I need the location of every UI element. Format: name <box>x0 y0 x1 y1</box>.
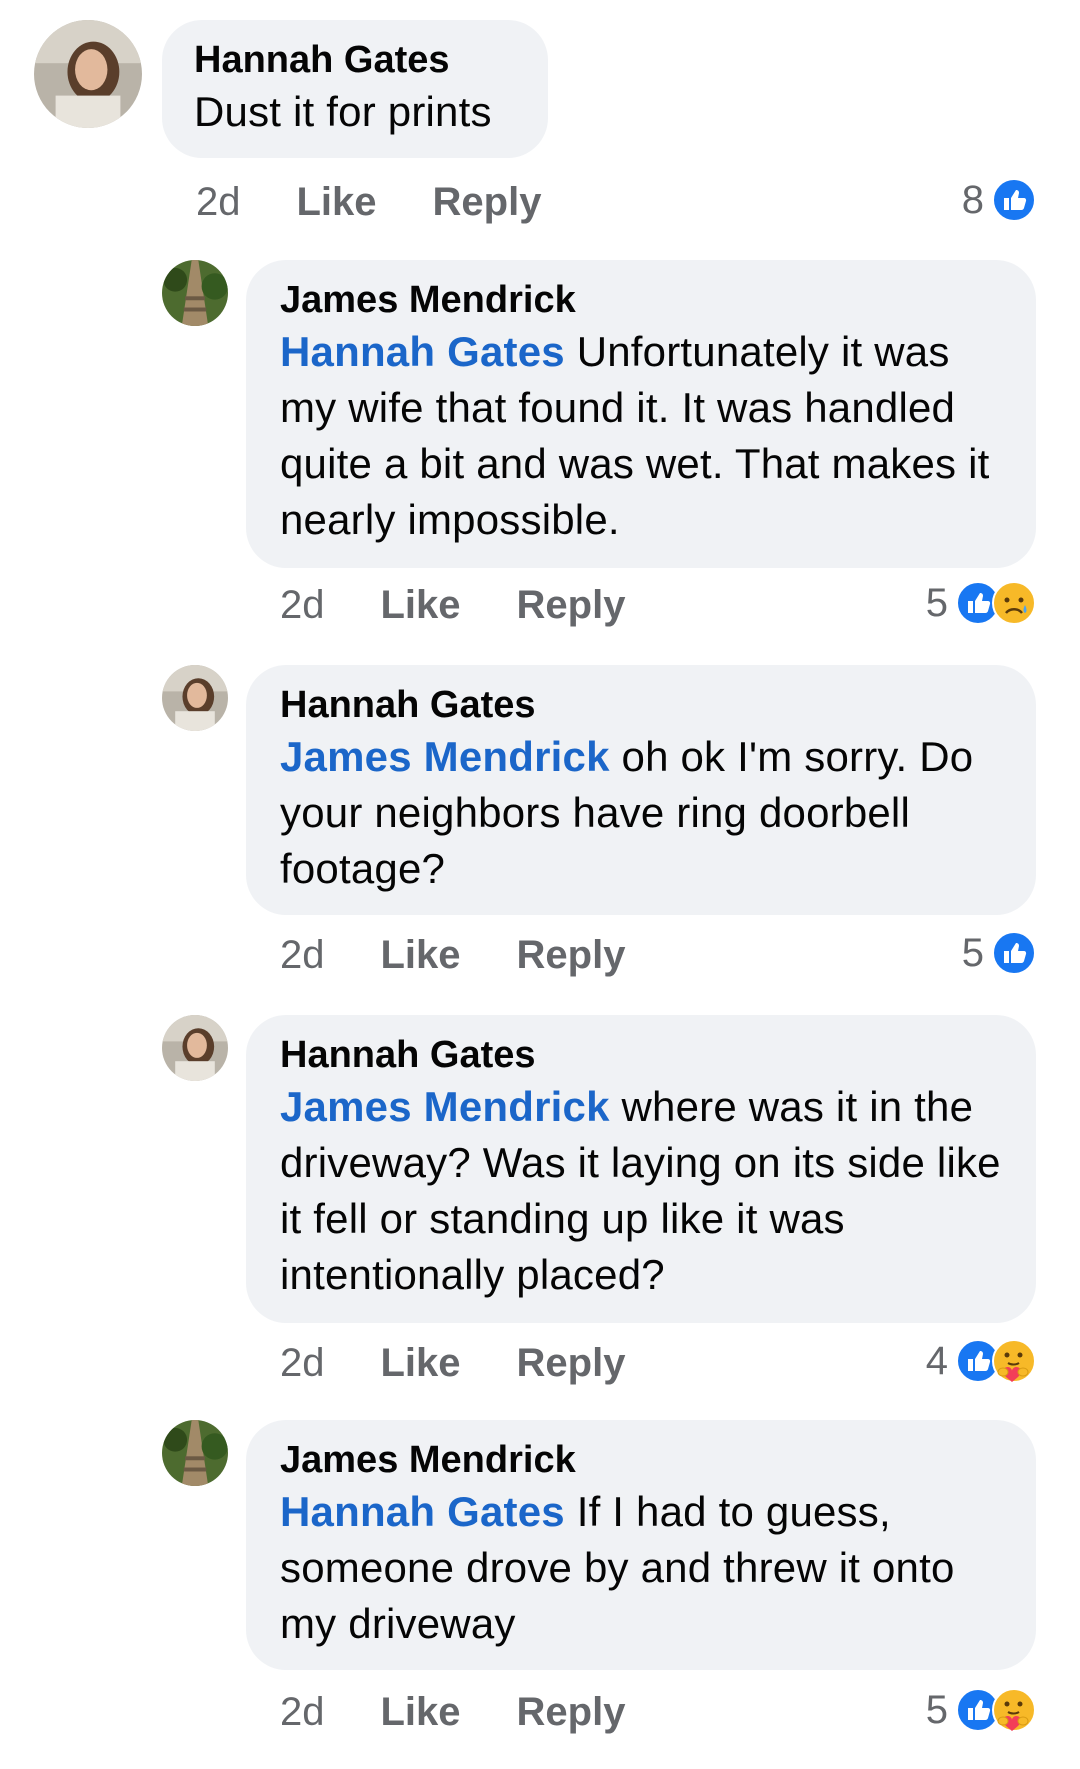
reaction-count: 4 <box>925 1338 948 1383</box>
comment-timestamp[interactable]: 2d <box>196 180 241 225</box>
reply-button[interactable]: Reply <box>433 180 542 225</box>
comment-actions: 2d Like Reply <box>280 925 625 985</box>
reaction-summary[interactable]: 4 <box>926 1331 1036 1391</box>
comment-timestamp[interactable]: 2d <box>280 583 325 628</box>
reaction-count: 5 <box>925 1687 948 1732</box>
comment-body: Dust it for prints <box>194 88 492 135</box>
care-icon <box>992 1688 1036 1732</box>
like-button[interactable]: Like <box>381 583 461 628</box>
avatar-hannah-gates[interactable] <box>162 1015 228 1081</box>
like-button[interactable]: Like <box>381 1690 461 1735</box>
comment-text: Hannah Gates If I had to guess, someone … <box>280 1484 1002 1652</box>
care-icon <box>992 1339 1036 1383</box>
comment-bubble: James Mendrick Hannah Gates If I had to … <box>246 1420 1036 1670</box>
like-icon <box>992 178 1036 222</box>
comment-text: Hannah Gates Unfortunately it was my wif… <box>280 324 1002 548</box>
reaction-summary[interactable]: 5 <box>926 1680 1036 1740</box>
reaction-summary[interactable]: 5 <box>962 923 1036 983</box>
mention-link[interactable]: Hannah Gates <box>280 328 565 375</box>
comment-author[interactable]: James Mendrick <box>280 1436 1002 1484</box>
comment-bubble: Hannah Gates Dust it for prints <box>162 20 548 158</box>
comment-author[interactable]: Hannah Gates <box>280 1031 1002 1079</box>
comment-timestamp[interactable]: 2d <box>280 1341 325 1386</box>
like-button[interactable]: Like <box>297 180 377 225</box>
reaction-summary[interactable]: 8 <box>962 170 1036 230</box>
avatar-hannah-gates[interactable] <box>162 665 228 731</box>
avatar-james-mendrick[interactable] <box>162 1420 228 1486</box>
reply-button[interactable]: Reply <box>517 1341 626 1386</box>
reaction-summary[interactable]: 5 <box>926 573 1036 633</box>
like-icon <box>992 931 1036 975</box>
reaction-count: 5 <box>925 580 948 625</box>
mention-link[interactable]: Hannah Gates <box>280 1488 565 1535</box>
mention-link[interactable]: James Mendrick <box>280 733 610 780</box>
comment-3: Hannah Gates James Mendrick oh ok I'm so… <box>0 635 1080 985</box>
comment-1: Hannah Gates Dust it for prints 2d Like … <box>0 0 1080 230</box>
comment-author[interactable]: Hannah Gates <box>194 36 516 84</box>
comment-author[interactable]: Hannah Gates <box>280 681 1002 729</box>
comment-text: Dust it for prints <box>194 84 516 140</box>
comment-author[interactable]: James Mendrick <box>280 276 1002 324</box>
comment-2: James Mendrick Hannah Gates Unfortunatel… <box>0 230 1080 635</box>
comment-4: Hannah Gates James Mendrick where was it… <box>0 985 1080 1390</box>
reply-button[interactable]: Reply <box>517 583 626 628</box>
comment-actions: 2d Like Reply <box>280 1333 625 1393</box>
comment-text: James Mendrick oh ok I'm sorry. Do your … <box>280 729 1002 897</box>
reply-button[interactable]: Reply <box>517 1690 626 1735</box>
reply-button[interactable]: Reply <box>517 933 626 978</box>
avatar-james-mendrick[interactable] <box>162 260 228 326</box>
comment-text: James Mendrick where was it in the drive… <box>280 1079 1002 1303</box>
comment-bubble: Hannah Gates James Mendrick oh ok I'm so… <box>246 665 1036 915</box>
like-button[interactable]: Like <box>381 1341 461 1386</box>
comment-timestamp[interactable]: 2d <box>280 1690 325 1735</box>
comment-bubble: James Mendrick Hannah Gates Unfortunatel… <box>246 260 1036 568</box>
sad-icon <box>992 581 1036 625</box>
comment-timestamp[interactable]: 2d <box>280 933 325 978</box>
comment-5: James Mendrick Hannah Gates If I had to … <box>0 1390 1080 1769</box>
reaction-count: 8 <box>961 177 984 222</box>
like-button[interactable]: Like <box>381 933 461 978</box>
comment-actions: 2d Like Reply <box>196 172 541 232</box>
comment-bubble: Hannah Gates James Mendrick where was it… <box>246 1015 1036 1323</box>
reaction-count: 5 <box>961 930 984 975</box>
comment-actions: 2d Like Reply <box>280 1682 625 1742</box>
mention-link[interactable]: James Mendrick <box>280 1083 610 1130</box>
comment-actions: 2d Like Reply <box>280 575 625 635</box>
avatar-hannah-gates[interactable] <box>34 20 142 128</box>
